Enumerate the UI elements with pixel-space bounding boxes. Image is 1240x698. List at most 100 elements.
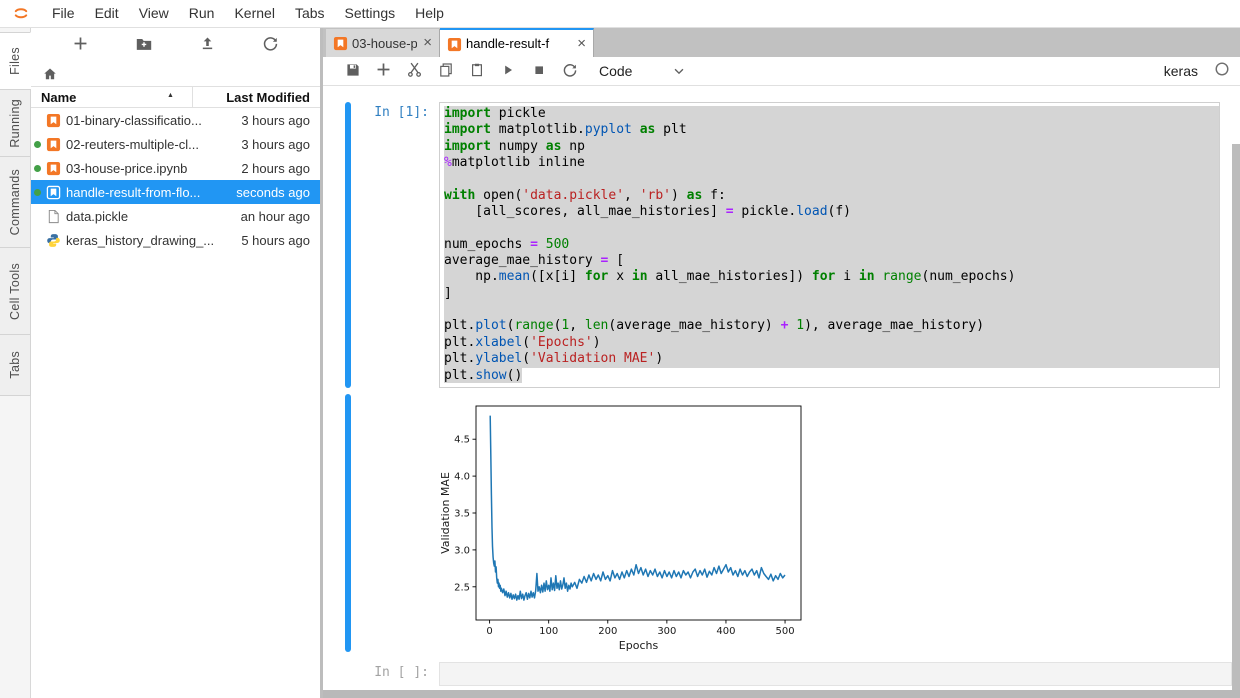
file-modified: an hour ago <box>241 209 310 224</box>
file-row[interactable]: 01-binary-classificatio...3 hours ago <box>31 108 320 132</box>
copy-cells-button[interactable] <box>430 58 461 84</box>
home-breadcrumb-icon[interactable] <box>42 66 58 82</box>
save-button[interactable] <box>337 58 368 84</box>
sidebar-tab-cell-tools[interactable]: Cell Tools <box>0 247 31 335</box>
sidebar-tab-running[interactable]: Running <box>0 89 31 157</box>
close-tab-icon[interactable]: × <box>423 37 432 49</box>
empty-code-editor[interactable] <box>439 662 1232 686</box>
code-line: import matplotlib.pyplot as plt <box>444 122 1219 138</box>
y-axis-label: Validation MAE <box>439 472 452 554</box>
column-header-last-modified[interactable]: Last Modified <box>226 90 310 105</box>
code-line: plt.plot(range(1, len(average_mae_histor… <box>444 318 1219 334</box>
copy-cells-icon <box>438 62 454 81</box>
jupyterlab-window: FileEditViewRunKernelTabsSettingsHelp Fi… <box>0 0 1240 698</box>
sidebar-tab-label: Commands <box>8 169 22 235</box>
new-launcher-icon <box>72 35 89 55</box>
column-divider <box>192 87 193 107</box>
file-list-header: Name ▲ Last Modified <box>31 86 320 108</box>
code-line: %matplotlib inline <box>444 155 1219 171</box>
restart-kernel-icon <box>562 62 578 81</box>
run-cell-button[interactable] <box>492 58 523 84</box>
insert-cell-button[interactable] <box>368 58 399 84</box>
notebook-icon <box>447 37 461 51</box>
file-row[interactable]: 02-reuters-multiple-cl...3 hours ago <box>31 132 320 156</box>
notebook-icon <box>46 137 61 152</box>
file-row[interactable]: handle-result-from-flo...seconds ago <box>31 180 320 204</box>
menu-file[interactable]: File <box>42 0 85 27</box>
menu-settings[interactable]: Settings <box>335 0 406 27</box>
kernel-idle-icon <box>1214 61 1230 82</box>
sidebar-tab-label: Files <box>8 47 22 75</box>
sort-ascending-icon: ▲ <box>167 92 174 99</box>
output-prompt <box>351 394 439 652</box>
restart-kernel-button[interactable] <box>554 58 585 84</box>
file-name: 02-reuters-multiple-cl... <box>66 137 241 152</box>
running-dot <box>34 189 41 196</box>
cell-type-value: Code <box>599 63 632 79</box>
menu-kernel[interactable]: Kernel <box>224 0 284 27</box>
menu-tabs[interactable]: Tabs <box>285 0 335 27</box>
run-cell-icon <box>500 62 516 81</box>
upload-button[interactable] <box>199 35 216 55</box>
sidebar-tab-files[interactable]: Files <box>0 32 31 90</box>
sidebar-tab-tabs[interactable]: Tabs <box>0 334 31 396</box>
cut-cells-button[interactable] <box>399 58 430 84</box>
new-launcher-button[interactable] <box>72 35 89 55</box>
paste-cells-button[interactable] <box>461 58 492 84</box>
dock-tab-2[interactable]: handle-result-f× <box>440 28 594 57</box>
menu-items: FileEditViewRunKernelTabsSettingsHelp <box>42 0 454 27</box>
refresh-button[interactable] <box>262 35 279 55</box>
kernel-name: keras <box>1164 63 1198 79</box>
save-icon <box>345 62 361 81</box>
code-line <box>444 220 1219 236</box>
notebook-icon <box>333 36 347 50</box>
python-icon <box>46 233 61 248</box>
stop-kernel-button[interactable] <box>523 58 554 84</box>
file-name: 01-binary-classificatio... <box>66 113 241 128</box>
file-modified: seconds ago <box>236 185 310 200</box>
file-name: handle-result-from-flo... <box>66 185 236 200</box>
file-list: 01-binary-classificatio...3 hours ago02-… <box>31 108 320 252</box>
menu-help[interactable]: Help <box>405 0 454 27</box>
code-line: np.mean([x[i] for x in all_mae_histories… <box>444 269 1219 285</box>
close-tab-icon[interactable]: × <box>577 38 586 50</box>
file-modified: 2 hours ago <box>241 161 310 176</box>
file-modified: 5 hours ago <box>241 233 310 248</box>
kernel-indicator[interactable]: keras <box>1164 61 1230 82</box>
file-row[interactable]: 03-house-price.ipynb2 hours ago <box>31 156 320 180</box>
cell-type-dropdown[interactable]: Code <box>599 63 686 79</box>
code-line: import numpy as np <box>444 139 1219 155</box>
file-row[interactable]: data.picklean hour ago <box>31 204 320 228</box>
code-line: plt.xlabel('Epochs') <box>444 335 1219 351</box>
svg-text:300: 300 <box>657 626 676 637</box>
code-line: num_epochs = 500 <box>444 237 1219 253</box>
column-header-name[interactable]: Name <box>41 90 76 105</box>
svg-text:100: 100 <box>539 626 558 637</box>
code-line: [all_scores, all_mae_histories] = pickle… <box>444 204 1219 220</box>
code-line: average_mae_history = [ <box>444 253 1219 269</box>
horizontal-scrollbar[interactable] <box>323 690 1240 698</box>
code-line <box>444 171 1219 187</box>
vertical-scrollbar[interactable] <box>1232 144 1240 690</box>
menu-edit[interactable]: Edit <box>85 0 129 27</box>
menu-run[interactable]: Run <box>179 0 225 27</box>
svg-text:4.5: 4.5 <box>454 435 470 446</box>
dock-tab-1[interactable]: 03-house-price × <box>326 29 440 57</box>
notebook-icon <box>46 113 61 128</box>
svg-text:4.0: 4.0 <box>454 471 470 482</box>
new-folder-button[interactable] <box>135 35 153 56</box>
file-icon <box>46 209 61 224</box>
svg-text:3.0: 3.0 <box>454 545 470 556</box>
running-dot <box>34 141 41 148</box>
x-axis-label: Epochs <box>619 639 659 652</box>
svg-text:2.5: 2.5 <box>454 582 470 593</box>
sidebar-tab-label: Running <box>8 99 22 148</box>
code-editor[interactable]: import pickleimport matplotlib.pyplot as… <box>439 102 1220 388</box>
dock-tab-label: 03-house-price <box>352 36 417 51</box>
file-row[interactable]: keras_history_drawing_...5 hours ago <box>31 228 320 252</box>
file-modified: 3 hours ago <box>241 137 310 152</box>
dock-tab-bar: 03-house-price×handle-result-f× <box>323 28 1240 57</box>
menu-view[interactable]: View <box>129 0 179 27</box>
sidebar-tab-commands[interactable]: Commands <box>0 156 31 248</box>
menu-bar: FileEditViewRunKernelTabsSettingsHelp <box>0 0 1240 28</box>
